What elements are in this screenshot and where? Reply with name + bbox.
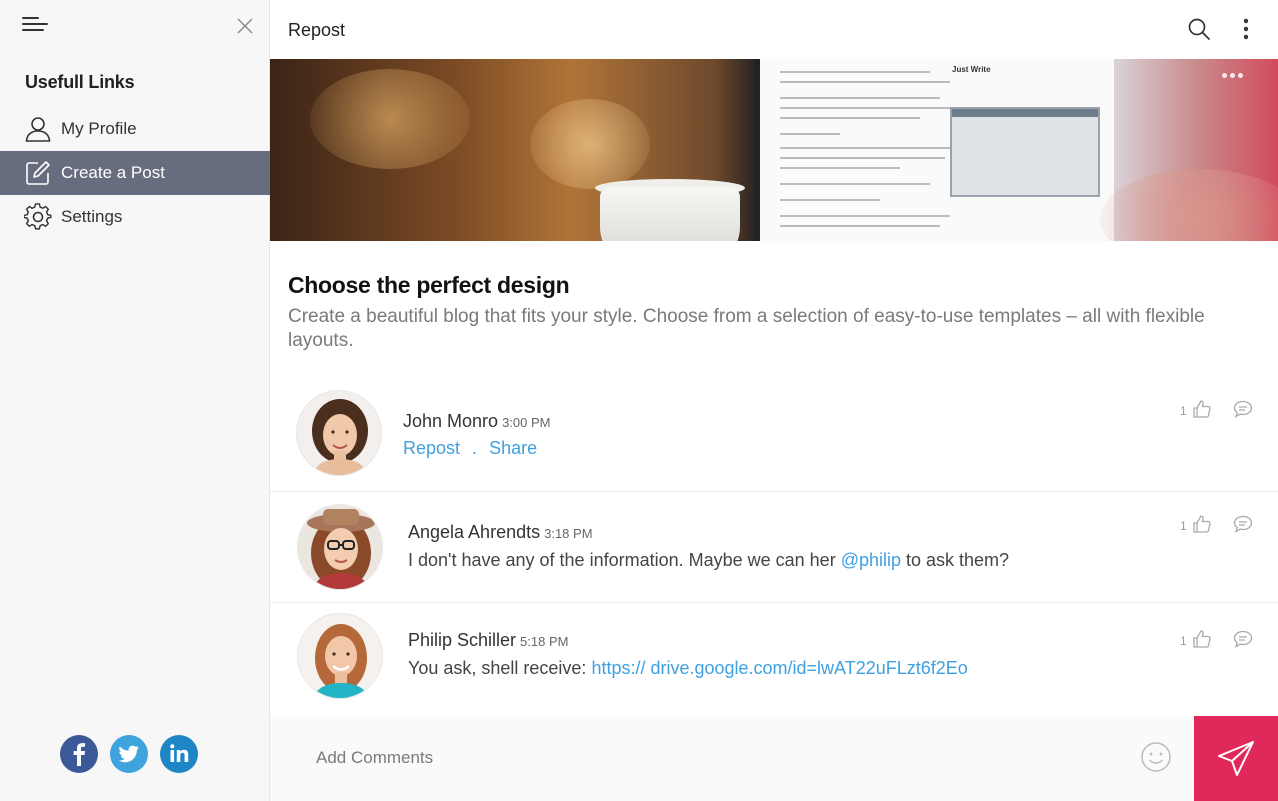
comment-text: I don't have any of the information. May…: [408, 550, 1010, 570]
sidebar-item-label: Create a Post: [61, 163, 165, 182]
comment-icon[interactable]: [1233, 514, 1253, 534]
article-description: Create a beautiful blog that fits your s…: [288, 306, 1205, 351]
article-title: Choose the perfect design: [288, 272, 570, 298]
social-links: [60, 735, 198, 773]
share-link[interactable]: Share: [489, 438, 537, 458]
sidebar-title: Usefull Links: [25, 72, 135, 92]
author-name[interactable]: Angela Ahrendts: [408, 522, 540, 542]
twitter-icon[interactable]: [110, 735, 148, 773]
comment-item: John Monro 3:00 PM Repost. Share 1: [270, 378, 1278, 492]
comment-text: You ask, shell receive: https:// drive.g…: [408, 658, 968, 678]
hero-screen-heading: Just Write: [952, 65, 991, 74]
hero-image: Just Write: [270, 59, 1278, 241]
sidebar-item-my-profile[interactable]: My Profile: [0, 107, 270, 151]
thumbs-up-icon[interactable]: [1192, 629, 1212, 649]
gear-icon: [24, 203, 52, 231]
sidebar-header: [0, 0, 269, 58]
comment-icon[interactable]: [1233, 629, 1253, 649]
comment-item: Angela Ahrendts 3:18 PM I don't have any …: [270, 492, 1278, 603]
comment-icon[interactable]: [1233, 399, 1253, 419]
facebook-icon[interactable]: [60, 735, 98, 773]
close-icon[interactable]: [236, 17, 254, 35]
mention-link[interactable]: @philip: [841, 550, 901, 570]
action-separator: .: [472, 438, 478, 458]
thumbs-up-icon[interactable]: [1192, 514, 1212, 534]
thumbs-up-icon[interactable]: [1192, 399, 1212, 419]
sidebar-item-create-post[interactable]: Create a Post: [0, 151, 270, 195]
sidebar-item-settings[interactable]: Settings: [0, 195, 270, 239]
hamburger-menu-icon[interactable]: [22, 16, 48, 34]
comment-time: 5:18 PM: [520, 634, 569, 649]
like-count: 1: [1180, 519, 1187, 533]
like-count: 1: [1180, 404, 1187, 418]
avatar[interactable]: [297, 613, 383, 699]
send-button[interactable]: [1194, 716, 1278, 801]
more-horizontal-icon[interactable]: [1222, 73, 1246, 81]
linkedin-icon[interactable]: [160, 735, 198, 773]
avatar[interactable]: [297, 504, 383, 590]
comment-author: Philip Schiller 5:18 PM: [408, 630, 568, 651]
comment-author: John Monro 3:00 PM: [403, 411, 550, 432]
comment-actions: Repost. Share: [403, 438, 537, 459]
author-name[interactable]: John Monro: [403, 411, 498, 431]
drive-link[interactable]: https:// drive.google.com/id=lwAT22uFLzt…: [591, 658, 967, 678]
avatar[interactable]: [296, 390, 382, 476]
comment-item: Philip Schiller 5:18 PM You ask, shell re…: [270, 603, 1278, 716]
repost-link[interactable]: Repost: [403, 438, 460, 458]
comment-author: Angela Ahrendts 3:18 PM: [408, 522, 593, 543]
sidebar-item-label: My Profile: [61, 119, 137, 138]
user-icon: [24, 115, 52, 143]
edit-icon: [24, 159, 52, 187]
comment-time: 3:18 PM: [544, 526, 593, 541]
sidebar-menu: My Profile Create a Post Settings: [0, 107, 270, 239]
sidebar: Usefull Links My Profile Create a Post S…: [0, 0, 270, 801]
send-icon: [1218, 740, 1254, 776]
top-bar: Repost: [270, 0, 1278, 59]
page-title: Repost: [288, 20, 346, 40]
sidebar-item-label: Settings: [61, 207, 123, 226]
search-icon[interactable]: [1187, 17, 1211, 41]
comment-time: 3:00 PM: [502, 415, 551, 430]
like-count: 1: [1180, 634, 1187, 648]
comment-composer: [270, 716, 1278, 801]
emoji-icon[interactable]: [1140, 741, 1172, 773]
more-vertical-icon[interactable]: [1236, 17, 1256, 41]
comment-input[interactable]: [316, 744, 1136, 772]
author-name[interactable]: Philip Schiller: [408, 630, 516, 650]
